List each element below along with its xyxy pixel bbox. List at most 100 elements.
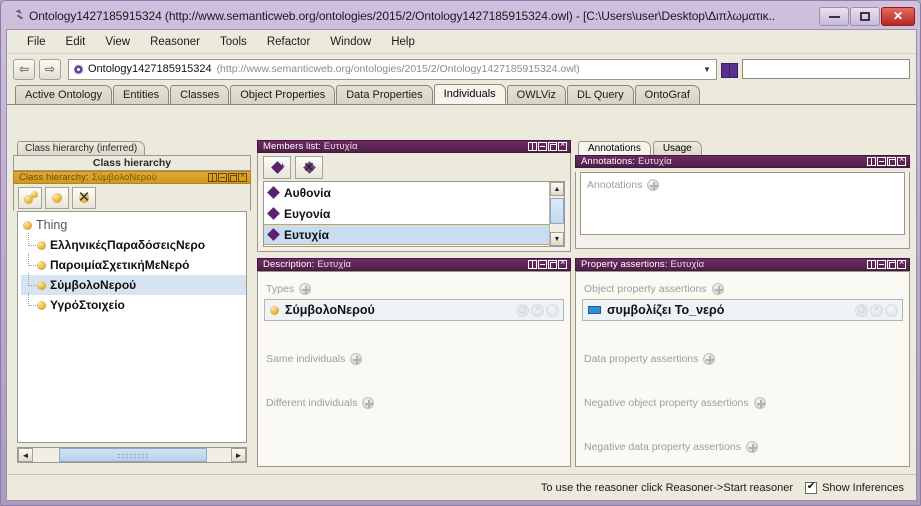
minimize-panel-icon[interactable] (538, 142, 547, 151)
list-item-label: Ευτυχία (284, 227, 329, 242)
class-hierarchy-horizontal-scrollbar[interactable]: ◄ ► (17, 447, 247, 463)
protege-icon (10, 9, 24, 23)
edit-icon[interactable] (855, 303, 868, 317)
minimize-panel-icon[interactable] (218, 173, 227, 182)
split-panel-icon[interactable] (867, 157, 876, 166)
show-inferences-checkbox[interactable] (805, 481, 818, 494)
forward-icon[interactable]: ⇨ (39, 58, 61, 80)
maximize-panel-icon[interactable] (228, 173, 237, 182)
type-value-row[interactable]: ΣύμβολοΝερού (264, 299, 564, 321)
tree-item-symvolonerou[interactable]: ΣύμβολοΝερού (21, 273, 246, 295)
tab-owlviz[interactable]: OWLViz (506, 85, 566, 104)
negative-data-property-assertions-section: Negative data property assertions (582, 435, 903, 453)
maximize-button[interactable] (850, 6, 880, 26)
tree-item-ygrostoixeio[interactable]: ΥγρόΣτοιχείο (21, 293, 246, 315)
more-icon[interactable] (546, 303, 559, 317)
add-object-property-assertion-button[interactable] (711, 283, 724, 295)
close-panel-icon[interactable] (558, 140, 567, 151)
maximize-panel-icon[interactable] (887, 157, 896, 166)
scrollbar-track[interactable] (33, 448, 231, 462)
maximize-panel-icon[interactable] (548, 142, 557, 151)
add-negative-object-property-assertion-button[interactable] (753, 397, 766, 409)
split-panel-icon[interactable] (528, 260, 537, 269)
list-item[interactable]: Ευτυχία (264, 224, 564, 245)
tab-classes[interactable]: Classes (170, 85, 230, 104)
menu-tools[interactable]: Tools (210, 33, 257, 51)
add-negative-data-property-assertion-button[interactable] (746, 441, 759, 453)
maximize-panel-icon[interactable] (548, 260, 557, 269)
scroll-left-icon[interactable]: ◄ (18, 448, 33, 462)
tab-usage[interactable]: Usage (652, 141, 702, 155)
minimize-panel-icon[interactable] (538, 260, 547, 269)
scrollbar-thumb[interactable] (59, 448, 207, 462)
add-annotation-button[interactable] (647, 179, 660, 191)
tab-active-ontology[interactable]: Active Ontology (15, 85, 113, 104)
split-panel-icon[interactable] (208, 173, 217, 182)
annotations-content[interactable]: Annotations (580, 172, 905, 235)
split-panel-icon[interactable] (867, 260, 876, 269)
minimize-panel-icon[interactable] (877, 157, 886, 166)
delete-individual-button[interactable]: ✕ (295, 155, 323, 179)
list-item[interactable]: Ευγονία (264, 203, 564, 224)
scroll-up-icon[interactable]: ▲ (550, 182, 564, 196)
class-hierarchy-tree[interactable]: Thing ΕλληνικέςΠαραδόσειςΝερο ΠαροιμίαΣχ… (17, 211, 247, 443)
delete-icon[interactable] (531, 303, 544, 317)
binoculars-search-icon[interactable] (721, 62, 738, 78)
tab-object-properties[interactable]: Object Properties (230, 85, 336, 104)
tab-annotations[interactable]: Annotations (578, 141, 651, 155)
search-area (721, 59, 910, 79)
minimize-button[interactable] (819, 6, 849, 26)
ontology-selector[interactable]: Ontology1427185915324 (http://www.semant… (68, 58, 717, 80)
tab-individuals[interactable]: Individuals (433, 84, 506, 104)
add-subclass-button[interactable] (18, 186, 42, 209)
close-panel-icon[interactable] (897, 258, 906, 269)
menu-reasoner[interactable]: Reasoner (140, 33, 210, 51)
members-list[interactable]: Αυθονία Ευγονία Ευτυχία ▲ ▼ (263, 181, 565, 247)
add-same-individual-button[interactable] (350, 353, 363, 365)
add-type-button[interactable] (299, 283, 312, 295)
add-data-property-assertion-button[interactable] (703, 353, 716, 365)
tab-dl-query[interactable]: DL Query (566, 85, 634, 104)
class-hierarchy-toolbar: ✕ (13, 184, 251, 211)
menu-edit[interactable]: Edit (56, 33, 96, 51)
close-panel-icon[interactable] (897, 155, 906, 166)
delete-class-button[interactable]: ✕ (72, 186, 96, 209)
back-icon[interactable]: ⇦ (13, 58, 35, 80)
class-hierarchy-subtab[interactable]: Class hierarchy (13, 155, 251, 171)
search-input[interactable] (742, 59, 910, 79)
tree-item-thing[interactable]: Thing (21, 215, 246, 235)
object-property-assertion-row[interactable]: συμβολίζει Το_νερό (582, 299, 903, 321)
menu-window[interactable]: Window (320, 33, 381, 51)
delete-icon[interactable] (870, 303, 883, 317)
application-window: Ontology1427185915324 (http://www.semant… (0, 0, 921, 506)
more-icon[interactable] (885, 303, 898, 317)
close-button[interactable]: ✕ (881, 6, 915, 26)
minimize-panel-icon[interactable] (877, 260, 886, 269)
tab-data-properties[interactable]: Data Properties (336, 85, 433, 104)
tab-entities[interactable]: Entities (113, 85, 170, 104)
show-inferences-control[interactable]: Show Inferences (805, 481, 904, 494)
close-panel-icon[interactable] (558, 258, 567, 269)
add-different-individual-button[interactable] (362, 397, 375, 409)
type-value-label: ΣύμβολοΝερού (285, 303, 375, 317)
scrollbar-thumb[interactable] (550, 198, 564, 224)
edit-icon[interactable] (516, 303, 529, 317)
menu-view[interactable]: View (95, 33, 140, 51)
tree-item-paroimiasxetikimenero[interactable]: ΠαροιμίαΣχετικήΜεΝερό (21, 253, 246, 275)
tab-ontograf[interactable]: OntoGraf (634, 85, 700, 104)
menu-refactor[interactable]: Refactor (257, 33, 320, 51)
chevron-down-icon[interactable]: ▼ (700, 65, 714, 74)
scroll-right-icon[interactable]: ► (231, 448, 246, 462)
tree-item-ellinikesparadoseisnero[interactable]: ΕλληνικέςΠαραδόσειςΝερο (21, 233, 246, 255)
members-list-vertical-scrollbar[interactable]: ▲ ▼ (549, 182, 564, 246)
add-individual-button[interactable]: + (263, 155, 291, 179)
close-panel-icon[interactable] (238, 171, 247, 182)
scroll-down-icon[interactable]: ▼ (550, 232, 564, 246)
menu-file[interactable]: File (17, 33, 56, 51)
list-item[interactable]: Αυθονία (264, 182, 564, 203)
menu-help[interactable]: Help (381, 33, 425, 51)
maximize-panel-icon[interactable] (887, 260, 896, 269)
tab-class-hierarchy-inferred[interactable]: Class hierarchy (inferred) (17, 141, 146, 155)
add-sibling-class-button[interactable] (45, 186, 69, 209)
split-panel-icon[interactable] (528, 142, 537, 151)
